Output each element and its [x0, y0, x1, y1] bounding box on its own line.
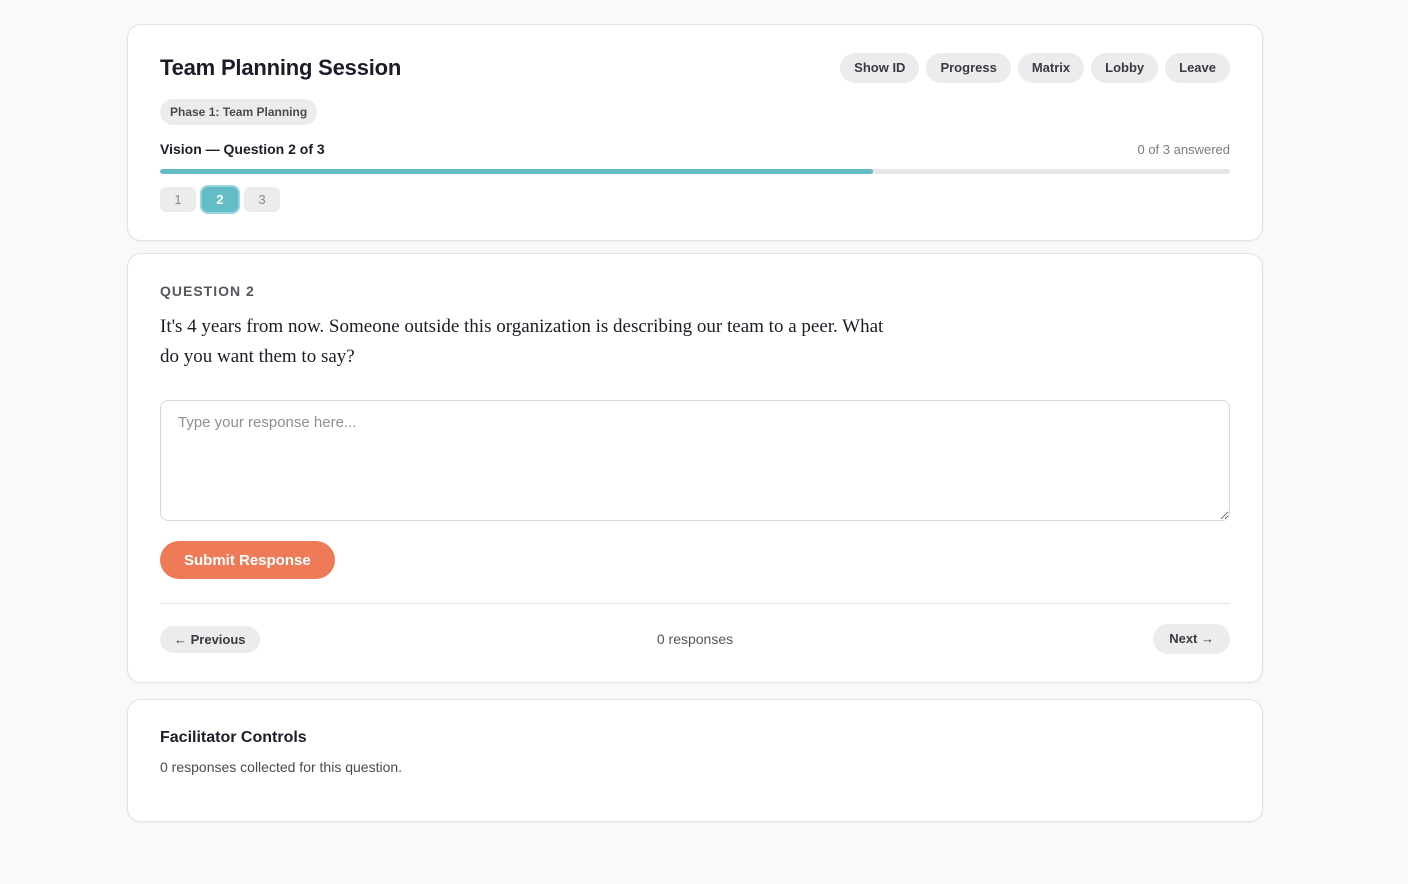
facilitator-controls-card: Facilitator Controls 0 responses collect… [127, 699, 1263, 822]
question-step-nav: 1 2 3 [160, 187, 280, 212]
answered-count: 0 of 3 answered [1137, 142, 1230, 157]
next-button[interactable]: Next → [1153, 624, 1230, 654]
question-progress-label: Vision — Question 2 of 3 [160, 141, 325, 157]
session-header-card: Team Planning Session Show ID Progress M… [127, 24, 1263, 241]
progress-button[interactable]: Progress [926, 53, 1011, 83]
leave-button[interactable]: Leave [1165, 53, 1230, 83]
progress-bar-fill [160, 169, 874, 174]
session-title: Team Planning Session [160, 55, 402, 80]
divider [160, 603, 1230, 604]
progress-bar [160, 169, 1230, 174]
matrix-button[interactable]: Matrix [1017, 53, 1085, 83]
submit-response-button[interactable]: Submit Response [160, 541, 335, 579]
facilitator-title: Facilitator Controls [160, 729, 307, 746]
question-step-3[interactable]: 3 [244, 187, 280, 212]
question-number-label: QUESTION 2 [160, 283, 255, 299]
previous-button[interactable]: ← Previous [160, 626, 260, 653]
responses-count: 0 responses [656, 631, 734, 647]
question-step-1[interactable]: 1 [160, 187, 196, 212]
phase-badge: Phase 1: Team Planning [160, 99, 318, 125]
show-id-button[interactable]: Show ID [840, 53, 920, 83]
facilitator-note: 0 responses collected for this question. [160, 759, 403, 775]
header-nav: Show ID Progress Matrix Lobby Leave [840, 53, 1230, 83]
question-card: QUESTION 2 It's 4 years from now. Someon… [127, 253, 1263, 683]
question-step-2[interactable]: 2 [202, 187, 238, 212]
question-text: It's 4 years from now. Someone outside t… [160, 316, 884, 367]
lobby-button[interactable]: Lobby [1091, 53, 1159, 83]
response-textarea[interactable] [160, 400, 1230, 521]
